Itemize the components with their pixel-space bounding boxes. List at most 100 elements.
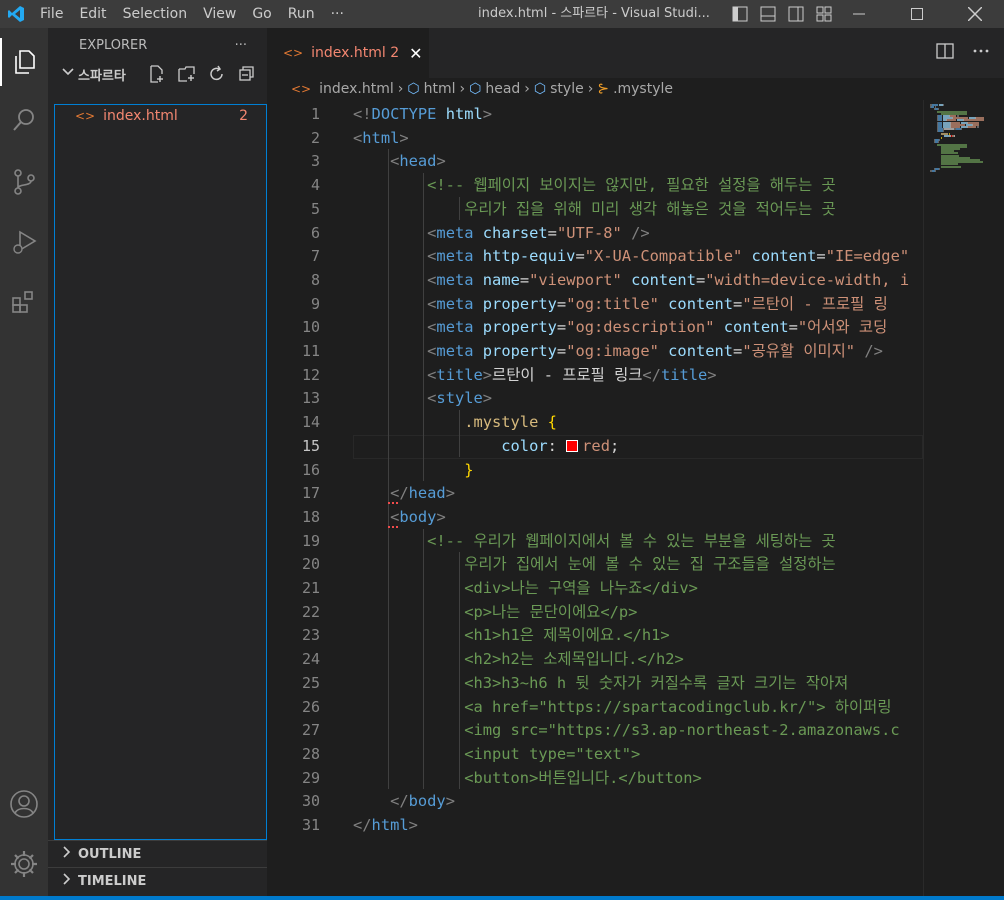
code-line: .mystyle { bbox=[464, 413, 557, 432]
menu-run[interactable]: Run bbox=[280, 0, 323, 28]
code-line: </body> bbox=[390, 792, 455, 811]
breadcrumb-html[interactable]: ⬡ html bbox=[407, 81, 455, 97]
code-editor[interactable]: 1 <!DOCTYPE html> 2 <html> 3 <head> 4 <!-- 웹페… bbox=[267, 102, 923, 896]
timeline-section[interactable]: TIMELINE bbox=[48, 867, 267, 894]
code-line: <input type="text"> bbox=[464, 744, 641, 763]
settings-gear-icon[interactable] bbox=[0, 840, 48, 888]
indent-guide bbox=[388, 149, 390, 790]
toggle-secondary-sidebar-icon[interactable] bbox=[786, 4, 806, 24]
line-number: 11 bbox=[301, 342, 320, 360]
error-squiggle bbox=[388, 500, 399, 505]
breadcrumb-file-label: index.html bbox=[319, 81, 394, 97]
minimap-token bbox=[940, 137, 942, 139]
breadcrumb-html-label: html bbox=[423, 81, 456, 97]
indent-guide bbox=[458, 410, 460, 458]
code-line: <meta http-equiv="X-UA-Compatible" conte… bbox=[427, 247, 910, 266]
folder-name: 스파르타 bbox=[78, 68, 126, 84]
line-number: 13 bbox=[301, 389, 320, 408]
chevron-right-icon: › bbox=[459, 81, 466, 97]
outline-section[interactable]: OUTLINE bbox=[48, 840, 267, 867]
css-selector-icon: ⊱ bbox=[597, 81, 610, 97]
code-line: <p>나는 문단이에요</p> bbox=[464, 602, 638, 621]
menu-bar: File Edit Selection View Go Run ··· bbox=[32, 0, 352, 28]
line-number: 9 bbox=[310, 294, 320, 313]
line-number: 24 bbox=[301, 650, 320, 669]
file-item[interactable]: <> index.html 2 bbox=[55, 105, 266, 127]
menu-more[interactable]: ··· bbox=[323, 0, 352, 28]
code-line: <body> bbox=[390, 507, 446, 526]
close-tab-icon[interactable]: ✕ bbox=[409, 44, 422, 63]
accounts-icon[interactable] bbox=[0, 780, 48, 828]
code-line: <a href="https://spartacodingclub.kr/"> … bbox=[464, 697, 892, 716]
menu-selection[interactable]: Selection bbox=[115, 0, 196, 28]
problem-count-badge: 2 bbox=[239, 108, 248, 124]
code-line: <head> bbox=[390, 152, 446, 171]
minimap-token bbox=[943, 128, 955, 131]
line-number: 17 bbox=[301, 484, 320, 503]
new-folder-icon[interactable] bbox=[175, 63, 199, 85]
chevron-right-icon: › bbox=[587, 81, 594, 97]
explorer-sidebar: EXPLORER ··· 스파르타 <> index.html 2 OUTLIN… bbox=[48, 28, 267, 896]
breadcrumb-head-label: head bbox=[485, 81, 521, 97]
line-number: 7 bbox=[310, 247, 320, 266]
line-number: 8 bbox=[310, 270, 320, 289]
menu-go[interactable]: Go bbox=[244, 0, 279, 28]
folder-header[interactable]: 스파르타 bbox=[48, 63, 267, 85]
menu-edit[interactable]: Edit bbox=[71, 0, 114, 28]
line-number: 21 bbox=[301, 579, 320, 597]
search-icon[interactable] bbox=[0, 96, 48, 144]
breadcrumb-style[interactable]: ⬡ style bbox=[534, 81, 584, 97]
file-tree: <> index.html 2 bbox=[54, 104, 267, 840]
code-line: <div>나는 구역을 나누죠</div> bbox=[464, 579, 698, 597]
run-debug-icon[interactable] bbox=[0, 218, 48, 266]
explorer-more-icon[interactable]: ··· bbox=[235, 38, 247, 53]
breadcrumb-head[interactable]: ⬡ head bbox=[469, 81, 520, 97]
code-line: } bbox=[464, 460, 474, 479]
line-number: 30 bbox=[301, 792, 320, 811]
collapse-all-icon[interactable] bbox=[235, 63, 259, 85]
maximize-icon[interactable] bbox=[888, 0, 946, 28]
line-number: 20 bbox=[301, 555, 320, 574]
refresh-icon[interactable] bbox=[205, 63, 229, 85]
more-actions-icon[interactable] bbox=[972, 42, 990, 64]
minimap-token bbox=[960, 128, 962, 131]
minimap-token bbox=[939, 139, 940, 142]
window-title: index.html - 스파르타 - Visual Studi... bbox=[478, 6, 710, 21]
chevron-down-icon bbox=[62, 66, 78, 82]
extensions-icon[interactable] bbox=[0, 278, 48, 326]
source-control-icon[interactable] bbox=[0, 158, 48, 206]
html-file-icon: <> bbox=[75, 109, 96, 123]
line-number: 22 bbox=[301, 602, 320, 621]
minimap-token bbox=[935, 170, 937, 172]
line-number: 16 bbox=[301, 460, 320, 479]
html-file-icon: <> bbox=[291, 82, 312, 96]
toggle-primary-sidebar-icon[interactable] bbox=[730, 4, 750, 24]
new-file-icon[interactable] bbox=[145, 63, 169, 85]
breadcrumb-file[interactable]: <> index.html bbox=[291, 81, 394, 97]
toggle-panel-icon[interactable] bbox=[758, 4, 778, 24]
code-line: <meta property="og:image" content="공유할 이… bbox=[427, 342, 883, 360]
color-swatch-icon[interactable] bbox=[566, 439, 579, 452]
code-line: <h3>h3~h6 h 뒷 숫자가 커질수록 글자 크기는 작아져 bbox=[464, 673, 849, 692]
explorer-icon[interactable] bbox=[0, 38, 48, 86]
code-line: <!-- 우리가 웹페이지에서 볼 수 있는 부분을 세팅하는 곳 bbox=[427, 531, 836, 550]
close-window-icon[interactable] bbox=[946, 0, 1004, 28]
menu-view[interactable]: View bbox=[195, 0, 244, 28]
indent-guide bbox=[458, 196, 460, 221]
code-line: <title>르탄이 - 프로필 링크</title> bbox=[427, 365, 717, 384]
code-line: <!-- 웹페이지 보이지는 않지만, 필요한 설정을 해두는 곳 bbox=[427, 176, 836, 195]
breadcrumb-selector[interactable]: ⊱ .mystyle bbox=[597, 81, 673, 97]
line-number: 19 bbox=[301, 531, 320, 550]
vscode-logo-icon bbox=[0, 0, 32, 28]
code-line: <button>버튼입니다.</button> bbox=[464, 768, 702, 787]
timeline-label: TIMELINE bbox=[78, 873, 147, 889]
split-editor-icon[interactable] bbox=[936, 42, 954, 64]
html-file-icon: <> bbox=[283, 46, 304, 60]
tab-index-html[interactable]: <> index.html 2 ✕ bbox=[267, 28, 429, 78]
line-number: 15 bbox=[301, 436, 320, 455]
minimize-icon[interactable] bbox=[830, 0, 888, 28]
error-squiggle bbox=[388, 524, 399, 528]
line-number: 27 bbox=[301, 721, 320, 740]
menu-file[interactable]: File bbox=[32, 0, 71, 28]
minimap[interactable] bbox=[923, 100, 1004, 896]
